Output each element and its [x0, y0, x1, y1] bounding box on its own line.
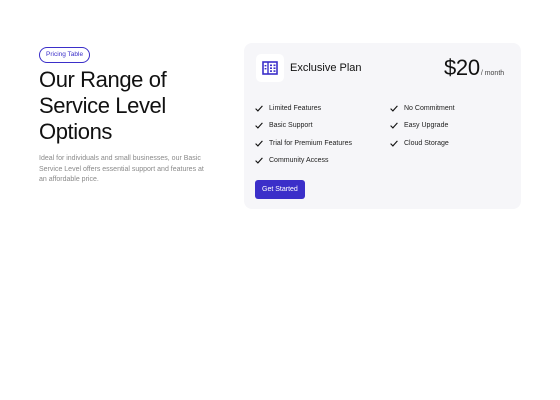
heading-line: Service Level — [39, 93, 166, 118]
feature-item: Community Access — [255, 152, 352, 169]
plan-name: Exclusive Plan — [290, 62, 362, 74]
description-line: Service Level offers essential support a… — [39, 165, 204, 173]
feature-label: No Commitment — [404, 105, 455, 113]
feature-item: Limited Features — [255, 100, 352, 117]
get-started-button[interactable]: Get Started — [255, 180, 305, 199]
feature-item: Easy Upgrade — [390, 117, 455, 134]
feature-item: Trial for Premium Features — [255, 135, 352, 152]
feature-column-right: No Commitment Easy Upgrade Cloud Storage — [390, 100, 455, 152]
pricing-intro: Pricing Table Our Range of Service Level… — [39, 43, 219, 186]
feature-label: Trial for Premium Features — [269, 139, 352, 147]
check-icon — [255, 122, 263, 130]
feature-label: Easy Upgrade — [404, 122, 449, 130]
feature-label: Basic Support — [269, 122, 313, 130]
feature-label: Cloud Storage — [404, 139, 449, 147]
check-icon — [255, 157, 263, 164]
feature-column-left: Limited Features Basic Support Trial for… — [255, 100, 352, 169]
pricing-card: Exclusive Plan $20/ month Limited Featur… — [244, 43, 521, 209]
price-amount: $20 — [444, 55, 480, 80]
check-icon — [390, 105, 398, 112]
section-heading: Our Range of Service Level Options — [39, 67, 219, 145]
plan-price: $20/ month — [444, 56, 504, 80]
check-icon — [255, 140, 263, 147]
check-icon — [390, 140, 398, 147]
heading-line: Options — [39, 119, 113, 144]
check-icon — [255, 105, 263, 112]
feature-item: Cloud Storage — [390, 135, 455, 152]
description-line: Ideal for individuals and small business… — [39, 155, 201, 162]
feature-item: Basic Support — [255, 117, 352, 134]
section-description: Ideal for individuals and small business… — [39, 154, 217, 186]
section-badge: Pricing Table — [39, 47, 91, 63]
feature-label: Limited Features — [269, 105, 322, 113]
feature-label: Community Access — [269, 157, 329, 165]
heading-line: Our Range of — [39, 67, 167, 92]
feature-item: No Commitment — [390, 100, 455, 117]
check-icon — [390, 122, 398, 130]
price-period: / month — [480, 70, 505, 77]
building-icon — [256, 54, 284, 82]
description-line: an affordable price. — [39, 176, 99, 183]
